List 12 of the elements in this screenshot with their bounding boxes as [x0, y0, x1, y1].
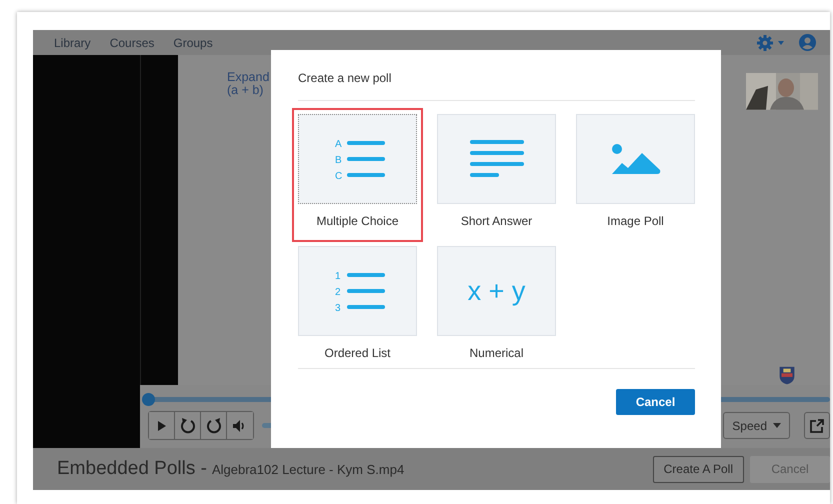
formula-text: x + y	[468, 276, 526, 306]
cancel-button[interactable]: Cancel	[616, 389, 695, 415]
slide-text: Expand	[227, 71, 270, 84]
nav-link[interactable]: Library	[54, 36, 91, 50]
speed-dropdown[interactable]: Speed	[723, 412, 790, 439]
dialog-title: Create a new poll	[298, 71, 392, 85]
slide-text: (a + b)	[227, 84, 264, 97]
create-poll-button[interactable]: Create A Poll	[652, 456, 744, 482]
video-name: Algebra102 Lecture - Kym S.mp4	[212, 462, 404, 476]
page-title: Embedded Polls -	[57, 458, 207, 480]
nav-link[interactable]: Groups	[173, 36, 213, 50]
nav-link[interactable]: Courses	[110, 36, 154, 50]
